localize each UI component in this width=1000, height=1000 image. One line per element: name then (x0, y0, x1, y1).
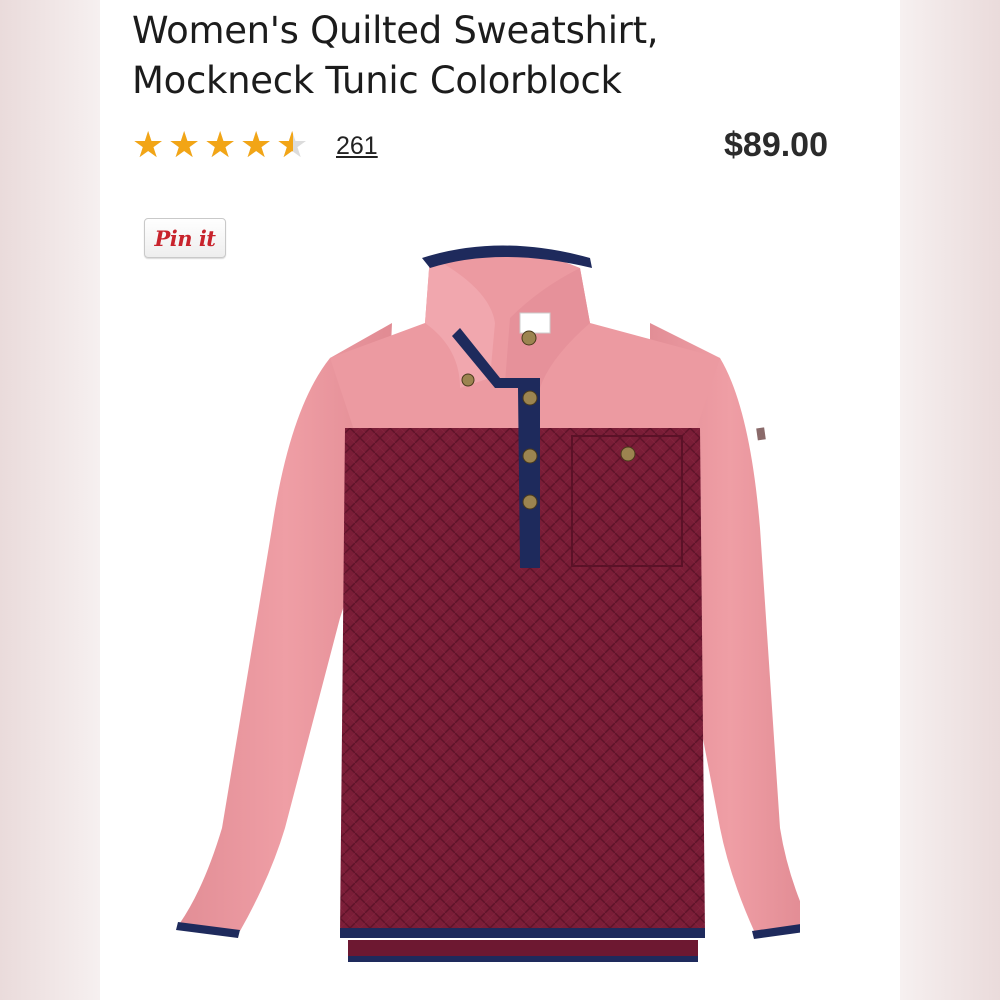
star-fill: ★ (132, 127, 165, 163)
star-icon: ★ ★ (204, 124, 237, 165)
product-price: $89.00 (724, 126, 828, 164)
star-fill: ★ (276, 127, 293, 163)
star-icon: ★ ★ (168, 124, 201, 165)
product-title-line-2: Mockneck Tunic Colorblock (132, 59, 622, 102)
star-icon: ★ ★ (240, 124, 273, 165)
product-title: Women's Quilted Sweatshirt, Mockneck Tun… (132, 6, 852, 106)
review-count-link[interactable]: 261 (336, 132, 378, 161)
product-photo (176, 245, 800, 962)
star-fill: ★ (240, 127, 273, 163)
right-margin (900, 0, 1000, 1000)
star-fill: ★ (204, 127, 237, 163)
star-icon: ★ ★ (276, 124, 309, 165)
star-rating: ★ ★ ★ ★ ★ ★ ★ ★ ★ ★ (132, 127, 310, 167)
star-fill: ★ (168, 127, 201, 163)
star-icon: ★ ★ (132, 124, 165, 165)
left-margin (0, 0, 100, 1000)
product-card: Women's Quilted Sweatshirt, Mockneck Tun… (100, 0, 900, 1000)
product-title-line-1: Women's Quilted Sweatshirt, (132, 9, 659, 52)
